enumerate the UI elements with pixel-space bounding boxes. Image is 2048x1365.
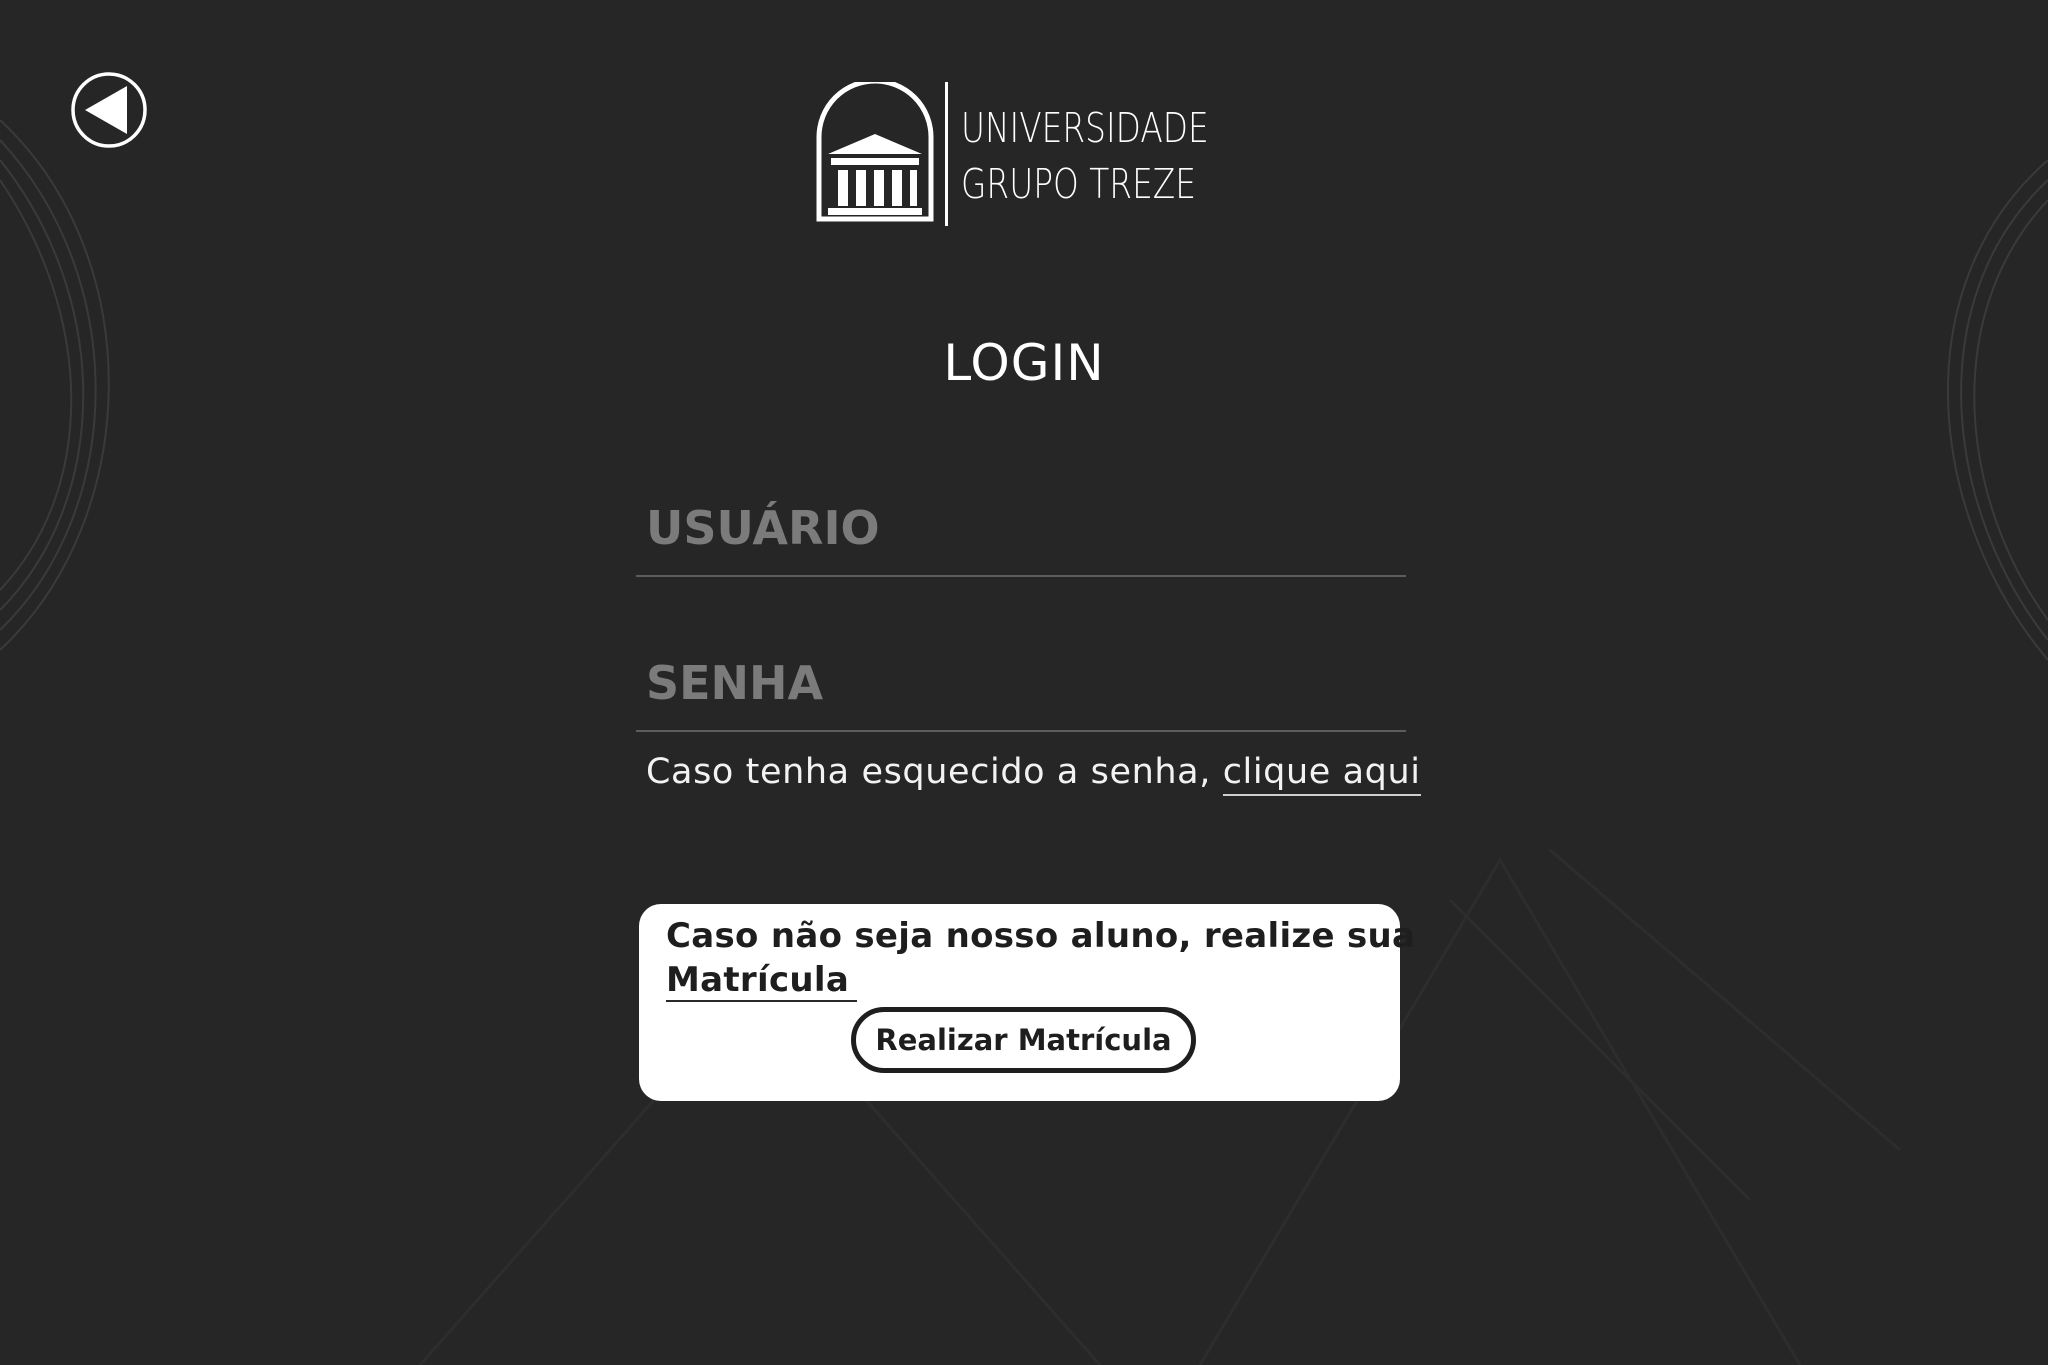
enroll-button[interactable]: Realizar Matrícula (851, 1007, 1196, 1073)
back-button[interactable] (70, 71, 148, 149)
password-input[interactable] (636, 636, 1406, 732)
page-title: LOGIN (943, 334, 1105, 392)
enrollment-text-highlight: Matrícula (666, 960, 858, 1002)
university-logo: UNIVERSIDADE GRUPO TREZE (816, 82, 1236, 228)
university-name-line2: GRUPO TREZE (961, 160, 1196, 208)
university-name: UNIVERSIDADE GRUPO TREZE (961, 100, 1209, 212)
university-building-icon (816, 82, 934, 222)
forgot-password-link[interactable]: clique aqui (1222, 752, 1421, 796)
logo-divider (945, 82, 948, 226)
university-name-line1: UNIVERSIDADE (961, 104, 1209, 152)
enrollment-text-line1: Caso não seja nosso aluno, realize sua (666, 916, 1416, 956)
enrollment-card: Caso não seja nosso aluno, realize sua M… (639, 904, 1416, 1101)
forgot-password-text: Caso tenha esquecido a senha, clique aqu… (646, 752, 1421, 796)
back-arrow-icon (71, 72, 147, 148)
username-input[interactable] (636, 481, 1406, 577)
forgot-password-prompt: Caso tenha esquecido a senha, (646, 752, 1223, 792)
enrollment-text: Caso não seja nosso aluno, realize sua M… (666, 914, 1416, 1002)
